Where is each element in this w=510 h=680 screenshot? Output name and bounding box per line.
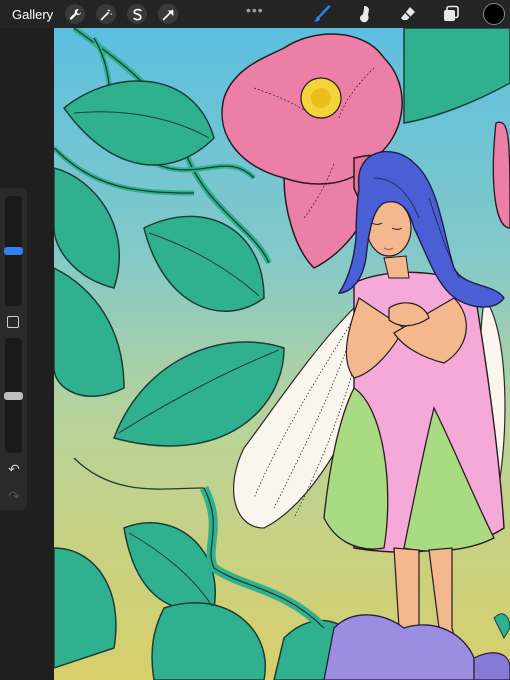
magic-wand-icon xyxy=(100,8,113,20)
modify-button[interactable] xyxy=(7,316,19,328)
color-picker-swatch[interactable] xyxy=(483,3,505,25)
selection-icon xyxy=(133,8,142,20)
eraser-icon xyxy=(401,7,415,20)
gallery-button[interactable]: Gallery xyxy=(12,7,53,22)
adjustments-button[interactable] xyxy=(96,4,117,24)
brush-size-thumb[interactable] xyxy=(4,247,23,255)
layers-icon xyxy=(444,5,459,21)
actions-button[interactable] xyxy=(65,4,86,24)
smudge-tool[interactable] xyxy=(354,3,376,25)
selection-button[interactable] xyxy=(127,4,148,24)
wrench-icon xyxy=(69,8,81,20)
fairy-artwork xyxy=(54,28,510,680)
transform-button[interactable] xyxy=(158,4,179,24)
left-sidebar: ↶ ↷ xyxy=(0,28,54,680)
eraser-tool[interactable] xyxy=(397,3,419,25)
brush-tool[interactable] xyxy=(311,3,333,25)
top-toolbar: Gallery ••• xyxy=(0,0,510,28)
sidebar-panel: ↶ ↷ xyxy=(0,188,27,510)
drawing-canvas[interactable] xyxy=(54,28,510,680)
right-tools xyxy=(311,0,510,28)
more-dots-handle[interactable]: ••• xyxy=(246,2,264,18)
undo-button[interactable]: ↶ xyxy=(6,461,22,477)
transform-arrow-icon xyxy=(162,9,174,20)
opacity-thumb[interactable] xyxy=(4,391,23,400)
redo-button[interactable]: ↷ xyxy=(6,488,22,504)
smudge-icon xyxy=(360,6,369,23)
brush-icon xyxy=(314,5,331,22)
layers-tool[interactable] xyxy=(440,3,462,25)
